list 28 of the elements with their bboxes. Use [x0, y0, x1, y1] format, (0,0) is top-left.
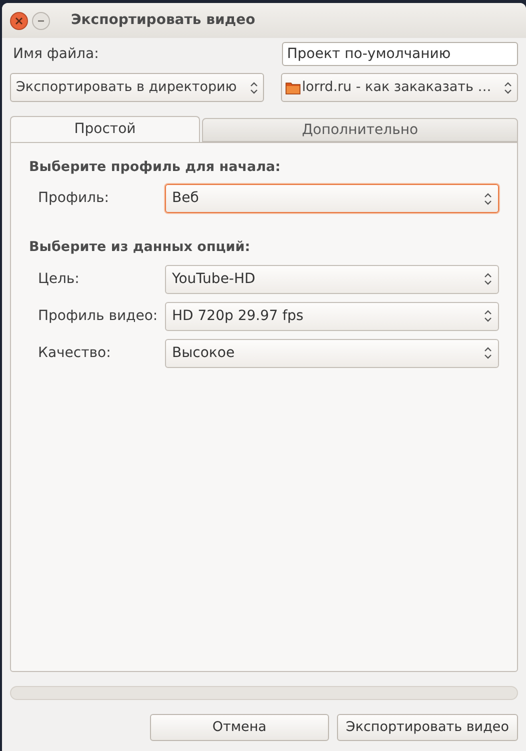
- dropdown[interactable]: HD 720p 29.97 fps: [165, 302, 499, 330]
- folder-dropdown[interactable]: lorrd.ru - как закаказать …: [281, 73, 518, 102]
- tab[interactable]: Простой: [10, 116, 200, 142]
- tab[interactable]: Дополнительно: [202, 118, 518, 142]
- field-label: Качество:: [37, 344, 112, 362]
- export-button[interactable]: Экспортировать видео: [336, 714, 518, 741]
- cancel-button[interactable]: Отмена: [150, 714, 329, 741]
- close-button[interactable]: [10, 12, 28, 30]
- section-heading: Выберите из данных опций:: [29, 238, 252, 258]
- dropdown[interactable]: Высокое: [165, 338, 499, 368]
- spinner-icon: [484, 346, 492, 360]
- window-title: Экспортировать видео: [71, 11, 256, 30]
- field-label: Профиль видео:: [37, 306, 159, 326]
- spinner-icon: [484, 309, 492, 323]
- field-label: Профиль:: [37, 189, 110, 208]
- dropdown[interactable]: YouTube-HD: [165, 264, 499, 294]
- folder-icon: [285, 80, 301, 94]
- spinner-icon: [250, 80, 258, 94]
- section-heading: Выберите профиль для начала:: [29, 158, 282, 177]
- file-name-label: Имя файла:: [13, 44, 99, 64]
- close-icon: [15, 16, 23, 24]
- export-mode-dropdown[interactable]: Экспортировать в директорию: [10, 73, 264, 102]
- spinner-icon: [484, 192, 492, 206]
- file-name-field[interactable]: Проект по-умолчанию: [282, 42, 518, 66]
- spinner-icon: [484, 272, 492, 286]
- spinner-icon: [504, 80, 512, 94]
- field-label: Цель:: [37, 270, 80, 288]
- dropdown[interactable]: Веб: [165, 184, 499, 214]
